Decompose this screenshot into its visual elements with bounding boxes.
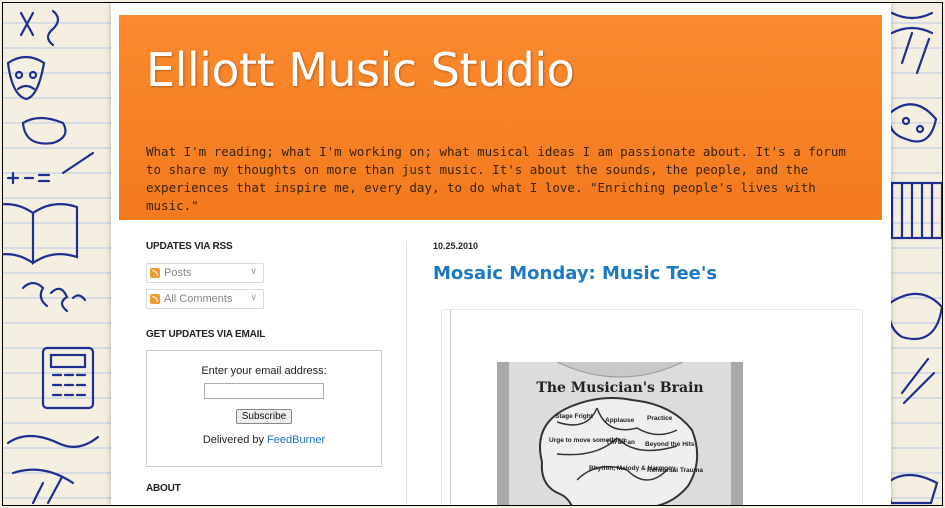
about-widget-title: ABOUT [146,483,181,494]
chevron-down-icon: ∨ [250,266,257,276]
musicians-brain-shirt-image[interactable]: The Musician's Brain Stage Fright Applau… [497,362,743,506]
brain-label-stage-fright: Stage Fright [555,413,594,420]
post-body-rule [450,310,451,505]
post-date: 10.25.2010 [433,241,479,251]
brain-label-practice: Practice [647,415,673,422]
rss-widget-title: UPDATES VIA RSS [146,241,233,252]
rss-posts-label: Posts [164,267,192,279]
brain-label-rehearsal: Rehearsal Trauma [647,467,703,474]
brain-label-fan: I'm a Fan [607,439,635,446]
doodle-background-right [882,11,942,505]
subscribe-button[interactable]: Subscribe [235,409,293,424]
rss-comments-dropdown[interactable]: All Comments ∨ [146,289,264,309]
blog-title[interactable]: Elliott Music Studio [146,43,575,97]
blog-description: What I'm reading; what I'm working on; w… [146,144,846,213]
doodle-background-left [3,9,123,505]
brain-label-beyond: Beyond the Hits [645,441,695,448]
column-divider [406,241,407,505]
delivered-by-label: Delivered by [202,434,264,446]
chevron-down-icon: ∨ [250,292,257,302]
feedburner-link[interactable]: FeedBurner [267,434,325,446]
rss-feed-icon [150,294,160,304]
brain-label-applause: Applause [605,417,635,424]
image-title-text: The Musician's Brain [536,380,703,396]
blog-post: 10.25.2010 Mosaic Monday: Music Tee's Th… [433,241,863,505]
email-field[interactable] [204,383,324,399]
rss-comments-label: All Comments [164,293,233,305]
post-body: The Musician's Brain Stage Fright Applau… [441,309,863,506]
blog-header: Elliott Music Studio What I'm reading; w… [119,15,882,220]
blog-page: Elliott Music Studio What I'm reading; w… [111,3,891,505]
delivered-by-text: Delivered by FeedBurner [147,434,381,446]
email-label: Enter your email address: [201,365,327,377]
rss-posts-dropdown[interactable]: Posts ∨ [146,263,264,283]
email-widget-title: GET UPDATES VIA EMAIL [146,329,266,340]
rss-feed-icon [150,268,160,278]
email-subscribe-box: Enter your email address: Subscribe Deli… [146,350,382,467]
post-title-link[interactable]: Mosaic Monday: Music Tee's [433,263,863,284]
browser-viewport: Elliott Music Studio What I'm reading; w… [2,2,943,506]
sidebar: UPDATES VIA RSS Posts ∨ All Comments ∨ G… [146,241,386,494]
